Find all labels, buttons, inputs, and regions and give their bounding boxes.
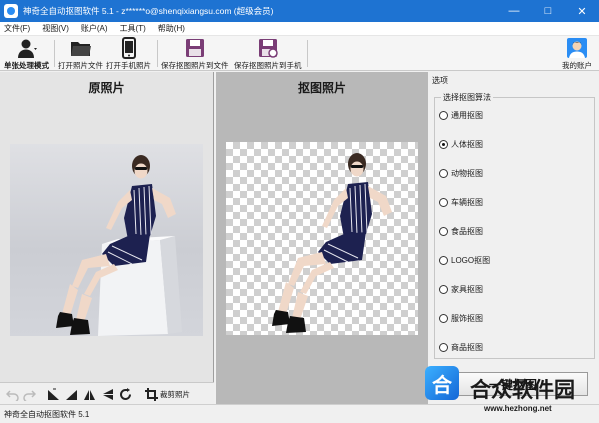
status-text: 神奇全自动抠图软件 5.1	[4, 410, 90, 419]
matted-photo-title: 抠图照片	[297, 81, 346, 95]
redo-icon[interactable]	[22, 387, 36, 401]
crop-icon[interactable]	[144, 387, 158, 401]
open-phone-label: 打开手机照片	[106, 61, 151, 70]
toolbar-divider	[307, 40, 308, 67]
single-mode-button[interactable]: 单张处理模式	[4, 37, 49, 70]
algo-logo-radio[interactable]: LOGO抠图	[439, 255, 490, 266]
watermark-url: www.hezhong.net	[484, 404, 552, 413]
algo-product-radio[interactable]: 商品抠图	[439, 342, 483, 353]
algo-general-radio[interactable]: 通用抠图	[439, 110, 483, 121]
rotate-left-icon[interactable]	[46, 387, 60, 401]
algo-food-radio[interactable]: 食品抠图	[439, 226, 483, 237]
single-mode-label: 单张处理模式	[4, 61, 49, 70]
toolbar-divider	[54, 40, 55, 67]
original-photo[interactable]	[10, 144, 203, 336]
crop-photo-label[interactable]: 裁剪照片	[160, 389, 190, 400]
title-bar: 神奇全自动抠图软件 5.1 - z******o@shenqixiangsu.c…	[0, 0, 599, 22]
algorithm-group-label: 选择抠图算法	[441, 92, 493, 103]
algorithm-group: 选择抠图算法 通用抠图 人体抠图 动物抠图 车辆抠图 食品抠图 LOGO抠图 家…	[434, 92, 595, 359]
menu-help[interactable]: 帮助(H)	[158, 23, 185, 34]
save-file-label: 保存抠图照片到文件	[161, 61, 229, 70]
options-header: 选项	[432, 76, 448, 85]
options-panel: 选项 选择抠图算法 通用抠图 人体抠图 动物抠图 车辆抠图 食品抠图 LOGO抠…	[429, 72, 599, 404]
my-account-button[interactable]: 我的账户	[562, 37, 592, 70]
algo-animal-radio[interactable]: 动物抠图	[439, 168, 483, 179]
toolbar-divider	[157, 40, 158, 67]
matted-photo-panel: 抠图照片	[216, 72, 428, 404]
minimize-button[interactable]: —	[497, 0, 531, 22]
undo-icon[interactable]	[5, 387, 19, 401]
algo-clothing-radio[interactable]: 服饰抠图	[439, 313, 483, 324]
toolbar: 单张处理模式 打开照片文件 打开手机照片 保存抠图照片到文件 保存抠图照片到手机…	[0, 36, 599, 71]
algo-vehicle-radio[interactable]: 车辆抠图	[439, 197, 483, 208]
account-avatar-icon	[566, 37, 588, 59]
original-photo-panel: 原照片 裁剪照片	[0, 72, 214, 404]
watermark-text: 合众软件园	[470, 379, 575, 402]
menu-bar: 文件(F) 视图(V) 账户(A) 工具(T) 帮助(H)	[0, 22, 599, 36]
maximize-button[interactable]: □	[531, 0, 565, 22]
menu-account[interactable]: 账户(A)	[81, 23, 108, 34]
save-file-button[interactable]: 保存抠图照片到文件	[161, 37, 229, 70]
app-logo-icon	[4, 4, 18, 18]
image-tools-bar: 裁剪照片	[0, 382, 214, 404]
save-phone-button[interactable]: 保存抠图照片到手机	[234, 37, 302, 70]
folder-icon	[70, 37, 92, 59]
matted-photo[interactable]	[226, 142, 418, 335]
user-icon	[16, 37, 38, 59]
open-file-button[interactable]: 打开照片文件	[58, 37, 103, 70]
model-figure-cutout	[272, 153, 392, 333]
original-photo-title: 原照片	[88, 81, 125, 95]
menu-view[interactable]: 视图(V)	[42, 23, 69, 34]
save-to-phone-icon	[257, 37, 279, 59]
flip-horizontal-icon[interactable]	[82, 387, 96, 401]
open-file-label: 打开照片文件	[58, 61, 103, 70]
algo-furniture-radio[interactable]: 家具抠图	[439, 284, 483, 295]
rotate-right-icon[interactable]	[64, 387, 78, 401]
open-phone-button[interactable]: 打开手机照片	[106, 37, 151, 70]
phone-icon	[118, 37, 140, 59]
algo-human-radio[interactable]: 人体抠图	[439, 139, 483, 150]
my-account-label: 我的账户	[562, 61, 592, 70]
save-icon	[184, 37, 206, 59]
menu-file[interactable]: 文件(F)	[4, 23, 30, 34]
watermark-logo: 合	[425, 366, 459, 400]
menu-tools[interactable]: 工具(T)	[120, 23, 146, 34]
refresh-icon[interactable]	[118, 387, 132, 401]
flip-vertical-icon[interactable]	[100, 387, 114, 401]
save-phone-label: 保存抠图照片到手机	[234, 61, 302, 70]
close-button[interactable]: ✕	[565, 0, 599, 22]
window-title: 神奇全自动抠图软件 5.1 - z******o@shenqixiangsu.c…	[23, 6, 274, 16]
